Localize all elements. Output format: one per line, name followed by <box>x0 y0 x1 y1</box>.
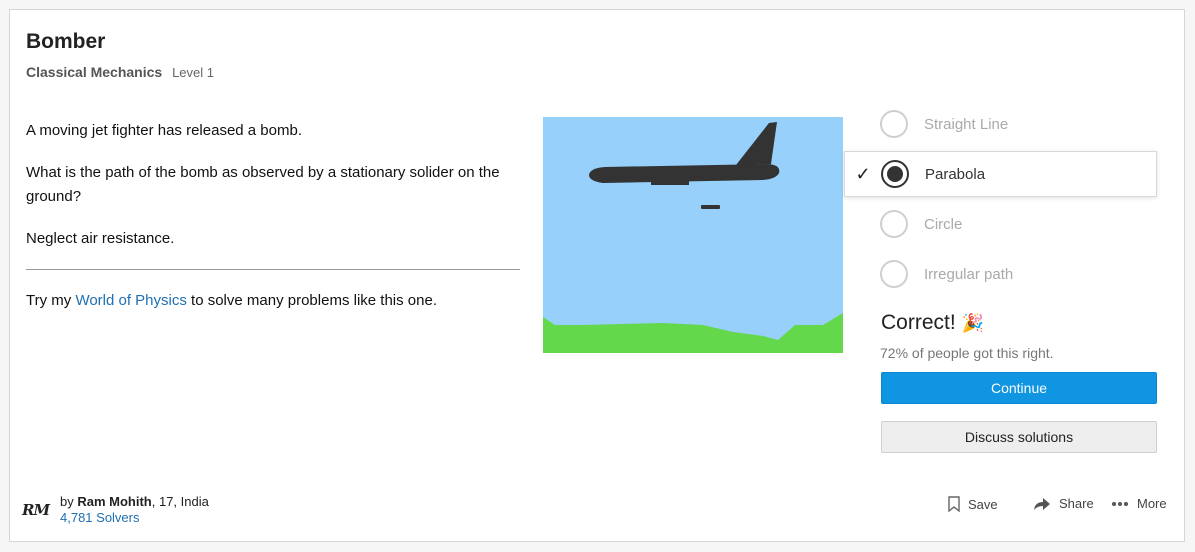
problem-paragraph: A moving jet fighter has released a bomb… <box>26 122 302 139</box>
author-block: RM by Ram Mohith, 17, India 4,781 Solver… <box>22 494 209 526</box>
promo-suffix: to solve many problems like this one. <box>186 292 437 309</box>
sky <box>543 117 843 353</box>
author-info: by Ram Mohith, 17, India 4,781 Solvers <box>60 494 209 526</box>
author-line: by Ram Mohith, 17, India <box>60 494 209 510</box>
radio-button[interactable] <box>880 260 908 288</box>
continue-button[interactable]: Continue <box>881 372 1157 404</box>
option-straight-line[interactable]: Straight Line <box>844 101 1157 147</box>
radio-button[interactable] <box>880 110 908 138</box>
save-label: Save <box>968 496 998 512</box>
radio-button[interactable] <box>880 210 908 238</box>
share-action[interactable]: Share <box>1033 496 1094 511</box>
party-popper-icon: 🎉 <box>961 313 984 333</box>
share-label: Share <box>1059 496 1094 511</box>
bomber-illustration <box>543 117 843 353</box>
level-label: Level 1 <box>172 65 214 80</box>
author-name[interactable]: Ram Mohith <box>77 494 151 509</box>
result-heading: Correct! 🎉 <box>881 311 984 335</box>
result-stat: 72% of people got this right. <box>880 345 1054 361</box>
more-action[interactable]: More <box>1111 496 1167 511</box>
problem-statement: A moving jet fighter has released a bomb… <box>26 119 520 269</box>
author-details: , 17, India <box>151 494 209 509</box>
result-text: Correct! <box>881 311 956 334</box>
option-label: Circle <box>924 215 963 233</box>
save-action[interactable]: Save <box>948 496 998 512</box>
option-circle[interactable]: Circle <box>844 201 1157 247</box>
problem-title: Bomber <box>26 30 106 53</box>
by-label: by <box>60 494 78 509</box>
divider <box>26 269 520 270</box>
author-avatar[interactable]: RM <box>22 501 52 519</box>
problem-paragraph: Neglect air resistance. <box>26 230 175 247</box>
discuss-solutions-button[interactable]: Discuss solutions <box>881 421 1157 453</box>
option-label: Irregular path <box>924 265 1014 283</box>
more-label: More <box>1137 496 1167 511</box>
option-parabola[interactable]: ✓ Parabola <box>844 151 1157 197</box>
bomb <box>701 205 720 209</box>
bookmark-icon <box>948 496 960 512</box>
more-dots-icon <box>1111 501 1129 507</box>
checkmark-icon: ✓ <box>855 163 871 184</box>
radio-button-selected[interactable] <box>881 160 909 188</box>
problem-meta: Classical Mechanics Level 1 <box>26 64 214 80</box>
world-of-physics-link[interactable]: World of Physics <box>75 292 186 309</box>
promo-text: Try my World of Physics to solve many pr… <box>26 292 437 309</box>
promo-prefix: Try my <box>26 292 76 309</box>
topic-link[interactable]: Classical Mechanics <box>26 64 162 80</box>
option-label: Straight Line <box>924 115 1009 133</box>
option-label: Parabola <box>925 165 986 183</box>
option-irregular-path[interactable]: Irregular path <box>844 251 1157 297</box>
share-arrow-icon <box>1033 497 1051 511</box>
problem-paragraph: What is the path of the bomb as observed… <box>26 164 500 205</box>
solvers-count[interactable]: 4,781 Solvers <box>60 510 209 526</box>
